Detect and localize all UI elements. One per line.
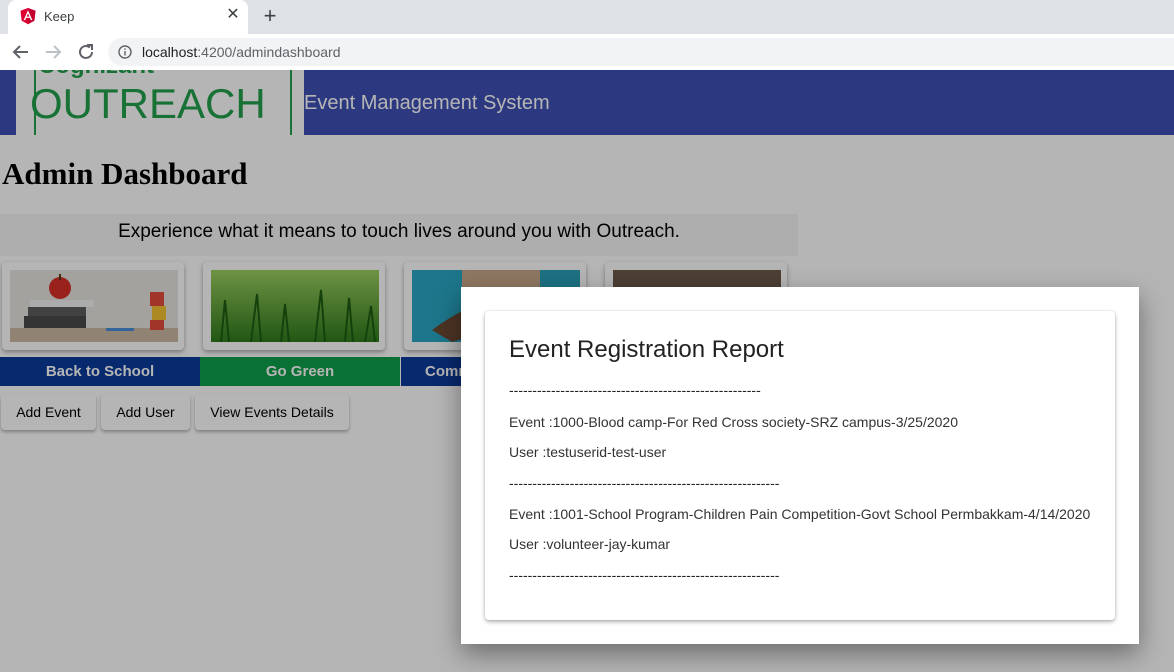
address-bar[interactable]: localhost:4200/admindashboard xyxy=(108,38,1174,66)
report-title: Event Registration Report xyxy=(509,336,784,363)
reload-icon[interactable] xyxy=(75,41,97,63)
report-separator: ----------------------------------------… xyxy=(509,567,780,583)
back-arrow-icon[interactable] xyxy=(10,41,32,63)
browser-toolbar: localhost:4200/admindashboard xyxy=(0,34,1174,70)
report-separator: ----------------------------------------… xyxy=(509,475,780,491)
report-dialog: Event Registration Report --------------… xyxy=(461,287,1139,644)
tab-title: Keep xyxy=(44,9,75,24)
url-text: localhost:4200/admindashboard xyxy=(142,44,341,60)
report-separator: ----------------------------------------… xyxy=(509,382,761,398)
new-tab-icon[interactable]: + xyxy=(259,5,281,27)
info-icon[interactable] xyxy=(118,45,132,59)
report-user-line: User :volunteer-jay-kumar xyxy=(509,536,671,552)
forward-arrow-icon[interactable] xyxy=(42,41,64,63)
report-user-line: User :testuserid-test-user xyxy=(509,444,667,460)
url-host: localhost xyxy=(142,44,198,60)
angular-icon xyxy=(20,8,36,25)
report-event-line: Event :1000-Blood camp-For Red Cross soc… xyxy=(509,414,958,430)
url-path: :4200/admindashboard xyxy=(197,44,341,60)
browser-tabstrip: Keep ✕ + xyxy=(0,0,1174,34)
browser-tab[interactable]: Keep ✕ xyxy=(8,0,248,34)
report-card: Event Registration Report --------------… xyxy=(485,311,1115,620)
report-event-line: Event :1001-School Program-Children Pain… xyxy=(509,506,1091,522)
close-tab-icon[interactable]: ✕ xyxy=(224,6,242,24)
